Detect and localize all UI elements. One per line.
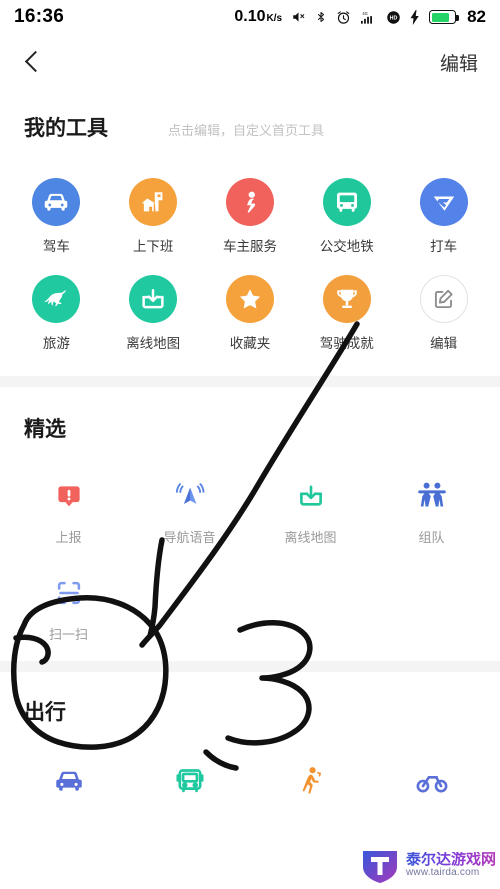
- battery-percent: 82: [467, 7, 486, 26]
- signal-4g-icon: 4G: [360, 10, 377, 25]
- tool-label: 旅游: [42, 336, 70, 351]
- tool-transit[interactable]: 公交地铁: [298, 170, 395, 255]
- featured-report[interactable]: 上报: [8, 467, 129, 546]
- walk-icon: [290, 760, 332, 802]
- network-speed: 0.10 K/s: [234, 8, 282, 26]
- nav-bar: 编辑: [0, 34, 500, 90]
- bus-icon: [322, 178, 371, 226]
- bluetooth-icon: [315, 9, 327, 25]
- horse-icon: [32, 275, 81, 323]
- tool-commute[interactable]: 上下班: [105, 170, 202, 255]
- featured-offline-map[interactable]: 离线地图: [250, 467, 371, 546]
- star-icon: [225, 275, 274, 323]
- travel-grid: [0, 752, 500, 812]
- status-bar: 16:36 0.10 K/s 4G HD 82: [0, 0, 500, 34]
- featured-header: 精选: [0, 413, 500, 443]
- network-speed-unit: K/s: [266, 13, 283, 24]
- taxi-hail-icon: [419, 178, 468, 226]
- tool-label: 驾驶成就: [319, 336, 374, 351]
- tool-label: 打车: [430, 239, 458, 254]
- tool-favorites[interactable]: 收藏夹: [202, 267, 299, 352]
- back-button[interactable]: [22, 51, 44, 73]
- bus-icon: [169, 760, 211, 802]
- featured-nav-voice[interactable]: 导航语音: [129, 467, 250, 546]
- trophy-icon: [322, 275, 371, 323]
- scan-frame-icon: [48, 572, 90, 614]
- watermark-url: www.tairda.com: [405, 866, 480, 878]
- bicycle-icon: [411, 760, 453, 802]
- my-tools-subtitle: 点击编辑，自定义首页工具: [168, 123, 325, 138]
- featured-title: 精选: [24, 418, 66, 441]
- car-icon: [48, 760, 90, 802]
- watermark-logo-icon: [362, 851, 397, 883]
- car-icon: [32, 178, 81, 226]
- featured-label: 上报: [55, 530, 82, 545]
- featured-label: 扫一扫: [48, 627, 88, 642]
- featured-grid-row1: 上报 导航语音 离线地图 组队: [0, 467, 500, 546]
- tool-drive[interactable]: 驾车: [8, 170, 105, 255]
- tool-offline-map[interactable]: 离线地图: [105, 267, 202, 352]
- travel-header: 出行: [0, 696, 500, 726]
- featured-label: 导航语音: [163, 530, 216, 545]
- svg-text:4G: 4G: [362, 10, 367, 15]
- download-box-icon: [129, 275, 178, 323]
- featured-empty-slot: [250, 564, 371, 643]
- featured-empty-slot: [129, 564, 250, 643]
- alarm-icon: [336, 10, 351, 25]
- my-tools-grid-row1: 驾车 上下班 车主服务 公交地铁 打车: [0, 170, 500, 255]
- section-divider: [0, 376, 500, 387]
- travel-title: 出行: [24, 701, 66, 724]
- featured-team[interactable]: 组队: [371, 467, 492, 546]
- featured-label: 离线地图: [284, 530, 337, 545]
- travel-car[interactable]: [8, 752, 129, 812]
- tool-label: 驾车: [42, 239, 70, 254]
- my-tools-header: 我的工具 点击编辑，自定义首页工具: [0, 112, 500, 142]
- featured-grid-row2: 扫一扫: [0, 564, 500, 643]
- featured-empty-slot: [371, 564, 492, 643]
- tool-label: 车主服务: [222, 239, 277, 254]
- edit-pencil-icon: [419, 275, 468, 323]
- tool-label: 公交地铁: [319, 239, 374, 254]
- tool-achievement[interactable]: 驾驶成就: [298, 267, 395, 352]
- commute-house-icon: [129, 178, 178, 226]
- hd-icon: HD: [386, 10, 401, 25]
- tool-edit[interactable]: 编辑: [395, 267, 492, 352]
- featured-scan[interactable]: 扫一扫: [8, 564, 129, 643]
- svg-text:HD: HD: [390, 15, 398, 21]
- battery-icon: [429, 10, 460, 24]
- tool-travel[interactable]: 旅游: [8, 267, 105, 352]
- watermark-brand: 泰尔达游戏网: [405, 850, 496, 868]
- my-tools-grid-row2: 旅游 离线地图 收藏夹 驾驶成就 编辑: [0, 267, 500, 352]
- my-tools-title: 我的工具: [24, 117, 108, 140]
- tool-label: 离线地图: [126, 336, 181, 351]
- featured-label: 组队: [418, 530, 445, 545]
- team-people-icon: [411, 475, 453, 517]
- nav-edit-button[interactable]: 编辑: [440, 49, 478, 76]
- watermark: 泰尔达游戏网 www.tairda.com: [359, 845, 496, 885]
- nav-voice-icon: [169, 475, 211, 517]
- status-time: 16:36: [14, 6, 65, 27]
- car-owner-icon: [225, 178, 274, 226]
- mute-icon: [291, 10, 306, 24]
- section-divider: [0, 661, 500, 672]
- tool-taxi[interactable]: 打车: [395, 170, 492, 255]
- travel-walk[interactable]: [250, 752, 371, 812]
- tool-label: 编辑: [430, 336, 458, 351]
- watermark-text: 泰尔达游戏网 www.tairda.com: [406, 852, 496, 878]
- tool-label: 上下班: [132, 239, 174, 254]
- tool-label: 收藏夹: [229, 336, 271, 351]
- status-icons: 0.10 K/s 4G HD 82: [234, 7, 486, 27]
- charging-bolt-icon: [410, 9, 420, 25]
- travel-bicycle[interactable]: [371, 752, 492, 812]
- download-box-icon: [290, 475, 332, 517]
- tool-car-owner[interactable]: 车主服务: [202, 170, 299, 255]
- report-alert-icon: [48, 475, 90, 517]
- network-speed-value: 0.10: [234, 8, 266, 25]
- travel-bus[interactable]: [129, 752, 250, 812]
